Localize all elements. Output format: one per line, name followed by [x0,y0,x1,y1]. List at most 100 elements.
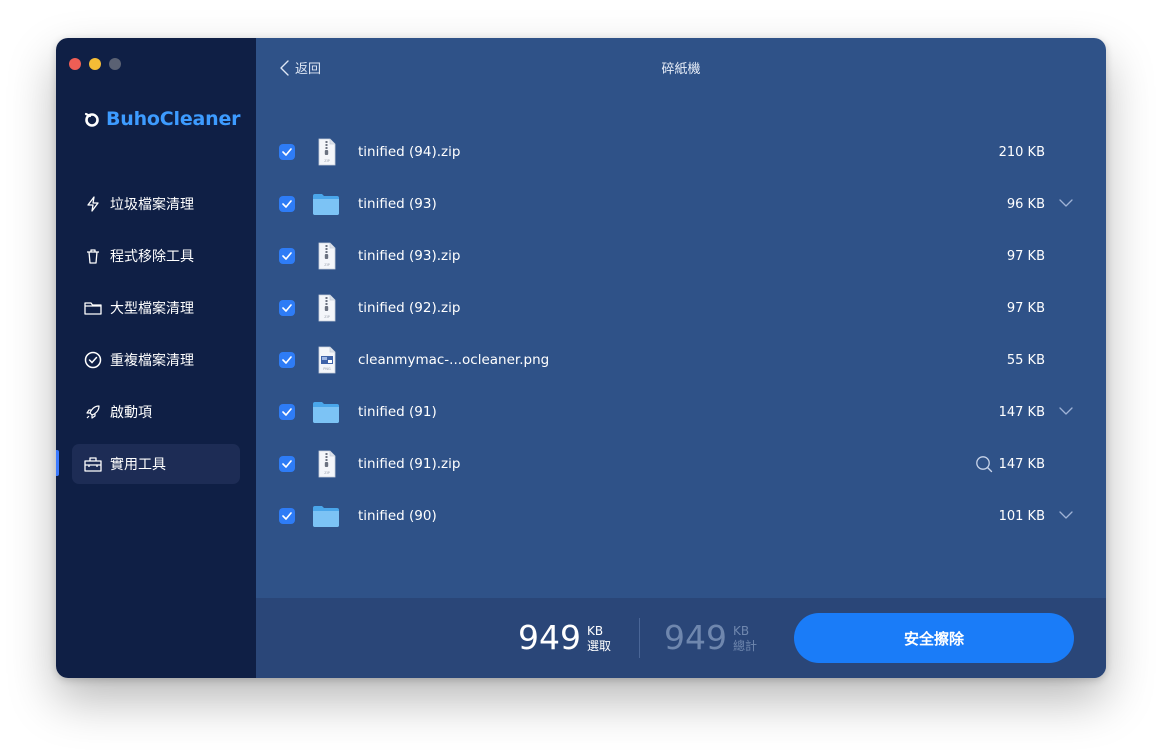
sidebar-item-junk-cleanup[interactable]: 垃圾檔案清理 [72,184,240,224]
zoom-window-button[interactable] [109,58,121,70]
footer-divider [639,618,640,658]
sidebar-item-label: 實用工具 [110,457,166,473]
file-checkbox[interactable] [279,404,295,420]
rocket-icon [84,403,102,421]
active-indicator [56,450,59,476]
page-title: 碎紙機 [661,62,701,77]
total-size-unit: KB 總計 [733,624,757,654]
folder-icon [84,299,102,317]
file-row[interactable]: ZIP tinified (92).zip 97 KB [256,282,1106,334]
file-row[interactable]: tinified (91) 147 KB [256,386,1106,438]
sidebar-item-label: 垃圾檔案清理 [110,197,194,213]
checkmark-icon [282,408,292,416]
minimize-window-button[interactable] [89,58,101,70]
buho-logo-icon [84,112,99,127]
app-window: BuhoCleaner 垃圾檔案清理 程式移除工具 大型檔案清理 重複檔案清理 … [56,38,1106,678]
file-size: 97 KB [1006,248,1045,264]
sidebar-item-label: 重複檔案清理 [110,353,194,369]
file-checkbox[interactable] [279,352,295,368]
chevron-down-icon[interactable] [1059,510,1073,520]
checkmark-icon [282,356,292,364]
folder-icon [313,402,339,423]
file-row[interactable]: ZIP tinified (91).zip 147 KB [256,438,1106,490]
sidebar-item-startup-items[interactable]: 啟動項 [72,392,240,432]
file-checkbox[interactable] [279,456,295,472]
file-row[interactable]: tinified (93) 96 KB [256,178,1106,230]
app-logo: BuhoCleaner [84,108,241,130]
sidebar: BuhoCleaner 垃圾檔案清理 程式移除工具 大型檔案清理 重複檔案清理 … [56,38,256,678]
close-window-button[interactable] [69,58,81,70]
checkmark-icon [282,148,292,156]
svg-text:ZIP: ZIP [324,315,330,319]
folder-icon [313,194,339,215]
file-name: tinified (92).zip [358,300,461,316]
selected-label: 選取 [587,639,612,653]
zip-file-icon: ZIP [318,450,336,478]
secure-erase-button[interactable]: 安全擦除 [794,613,1074,663]
footer-bar: 949 KB 選取 949 KB 總計 安全擦除 [256,598,1106,678]
svg-text:ZIP: ZIP [324,263,330,267]
total-label: 總計 [733,639,758,653]
file-row[interactable]: tinified (90) 101 KB [256,490,1106,542]
sidebar-item-utilities[interactable]: 實用工具 [72,444,240,484]
folder-icon [313,506,339,527]
file-size: 210 KB [998,144,1045,160]
checkmark-icon [282,304,292,312]
file-size: 97 KB [1006,300,1045,316]
file-name: tinified (93).zip [358,248,461,264]
file-checkbox[interactable] [279,300,295,316]
app-name: BuhoCleaner [106,108,241,130]
magnifier-icon[interactable] [975,455,993,473]
main-panel: 返回 碎紙機 ZIP tinified (94).zip 210 KB tinifie… [256,38,1106,678]
file-name: cleanmymac-...ocleaner.png [358,352,550,368]
checkmark-icon [282,200,292,208]
checkmark-icon [282,252,292,260]
file-name: tinified (91).zip [358,456,461,472]
total-unit: KB [733,624,750,638]
bolt-icon [84,195,102,213]
top-bar: 返回 碎紙機 [256,38,1106,96]
file-row[interactable]: ZIP tinified (94).zip 210 KB [256,126,1106,178]
check-circle-icon [84,351,102,369]
chevron-down-icon[interactable] [1059,198,1073,208]
chevron-down-icon[interactable] [1059,406,1073,416]
zip-file-icon: ZIP [318,242,336,270]
selected-unit: KB [587,624,604,638]
image-file-icon: PNG [318,346,336,374]
checkmark-icon [282,512,292,520]
checkmark-icon [282,460,292,468]
file-row[interactable]: ZIP tinified (93).zip 97 KB [256,230,1106,282]
svg-text:PNG: PNG [323,367,331,371]
file-name: tinified (94).zip [358,144,461,160]
sidebar-item-label: 大型檔案清理 [110,301,194,317]
zip-file-icon: ZIP [318,138,336,166]
selected-size-value: 949 [518,618,581,657]
file-name: tinified (91) [358,404,437,420]
file-size: 147 KB [998,456,1045,472]
total-size-value: 949 [664,618,727,657]
zip-file-icon: ZIP [318,294,336,322]
trash-icon [84,247,102,265]
file-name: tinified (90) [358,508,437,524]
file-checkbox[interactable] [279,144,295,160]
file-list: ZIP tinified (94).zip 210 KB tinified (93) 9… [256,126,1106,542]
file-size: 96 KB [1006,196,1045,212]
svg-text:ZIP: ZIP [324,471,330,475]
file-size: 55 KB [1006,352,1045,368]
selected-size-unit: KB 選取 [587,624,611,654]
window-controls [69,58,121,70]
sidebar-nav: 垃圾檔案清理 程式移除工具 大型檔案清理 重複檔案清理 啟動項 實用工具 [72,184,240,496]
sidebar-item-label: 程式移除工具 [110,249,194,265]
sidebar-item-app-uninstaller[interactable]: 程式移除工具 [72,236,240,276]
file-checkbox[interactable] [279,248,295,264]
file-size: 101 KB [998,508,1045,524]
svg-text:ZIP: ZIP [324,159,330,163]
file-row[interactable]: PNG cleanmymac-...ocleaner.png 55 KB [256,334,1106,386]
sidebar-item-duplicate-files[interactable]: 重複檔案清理 [72,340,240,380]
file-checkbox[interactable] [279,508,295,524]
file-name: tinified (93) [358,196,437,212]
file-size: 147 KB [998,404,1045,420]
file-checkbox[interactable] [279,196,295,212]
sidebar-item-label: 啟動項 [110,405,152,421]
sidebar-item-large-files[interactable]: 大型檔案清理 [72,288,240,328]
